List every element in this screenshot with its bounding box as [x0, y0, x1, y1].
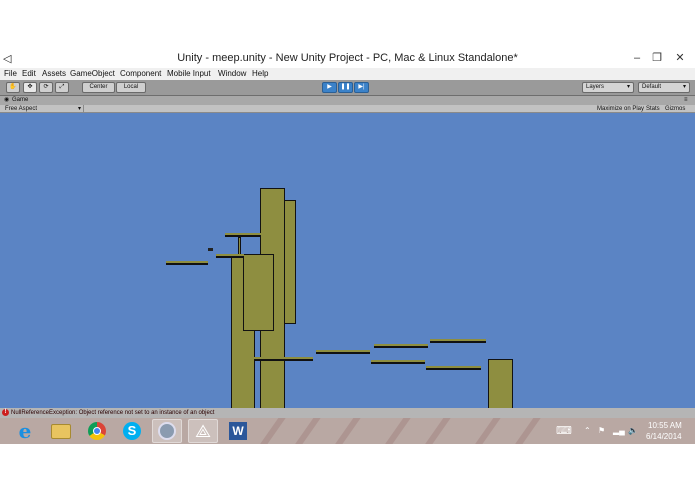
- wallpaper-stripe: [373, 418, 413, 444]
- wallpaper-stripe: [248, 418, 288, 444]
- wallpaper-stripe: [413, 418, 453, 444]
- menu-mobile-input[interactable]: Mobile Input: [167, 68, 211, 80]
- right-pillar-block: [488, 359, 513, 408]
- menu-edit[interactable]: Edit: [22, 68, 36, 80]
- chrome-taskbar-button[interactable]: [82, 419, 112, 443]
- internet-explorer-icon: e: [18, 419, 32, 443]
- menu-gameobject[interactable]: GameObject: [70, 68, 115, 80]
- step-platform: [254, 357, 313, 361]
- step-platform: [430, 339, 486, 343]
- maximize-button[interactable]: ❐: [646, 50, 668, 66]
- windows-taskbar: e S ⟁ W ⌨ ⌃ ⚑ ▂▄ 🔈 10:55 AM 6/14/2014: [0, 418, 695, 444]
- layout-label: Default: [642, 84, 662, 90]
- wallpaper-stripe: [503, 418, 543, 444]
- layers-label: Layers: [586, 84, 605, 90]
- floating-platform: [166, 261, 208, 265]
- folder-icon: [51, 423, 71, 439]
- skype-icon: S: [123, 422, 141, 440]
- chevron-down-icon: ▾: [626, 84, 630, 90]
- word-taskbar-button[interactable]: W: [223, 419, 253, 443]
- keyboard-icon[interactable]: ⌨: [556, 424, 572, 437]
- skype-taskbar-button[interactable]: S: [117, 419, 147, 443]
- play-button[interactable]: ▶: [322, 82, 337, 93]
- step-platform: [374, 344, 428, 348]
- step-platform: [426, 366, 481, 370]
- app-5-icon: [158, 422, 176, 440]
- wallpaper-stripe: [323, 418, 363, 444]
- show-hidden-icons-icon[interactable]: ⌃: [584, 426, 591, 435]
- ledge-post: [238, 237, 241, 255]
- space-local-button[interactable]: Local: [116, 82, 146, 93]
- hand-icon: ✋: [9, 84, 17, 90]
- game-tab-bar: ◉ Game ≡: [0, 96, 695, 105]
- tab-game[interactable]: Game: [12, 96, 28, 104]
- chevron-down-icon: ▾: [78, 106, 82, 112]
- error-icon: !: [2, 409, 9, 416]
- rotate-tool-button[interactable]: ⟳: [39, 82, 53, 93]
- chevron-down-icon: ▾: [682, 84, 686, 90]
- step-button[interactable]: ▶|: [354, 82, 369, 93]
- aspect-label: Free Aspect: [5, 106, 38, 112]
- pivot-center-button[interactable]: Center: [82, 82, 115, 93]
- game-tab-icon: ◉: [4, 97, 10, 103]
- menu-component[interactable]: Component: [120, 68, 161, 80]
- volume-icon[interactable]: 🔈: [628, 426, 638, 435]
- menu-window[interactable]: Window: [218, 68, 246, 80]
- file-explorer-taskbar-button[interactable]: [46, 419, 76, 443]
- pause-button[interactable]: ❚❚: [338, 82, 353, 93]
- error-message[interactable]: NullReferenceException: Object reference…: [11, 409, 214, 417]
- minimize-button[interactable]: –: [626, 50, 648, 66]
- ledge-platform: [225, 233, 261, 237]
- hand-tool-button[interactable]: ✋: [6, 82, 20, 93]
- panel-menu-icon[interactable]: ≡: [684, 96, 688, 104]
- space-label: Local: [123, 84, 139, 90]
- stats-toggle[interactable]: Stats: [646, 105, 660, 113]
- word-icon: W: [229, 422, 247, 440]
- window-title: Unity - meep.unity - New Unity Project -…: [177, 52, 518, 64]
- internet-explorer-taskbar-button[interactable]: e: [10, 419, 40, 443]
- network-flag-icon[interactable]: ⚑: [598, 426, 605, 435]
- mid-block: [243, 254, 274, 331]
- menu-file[interactable]: File: [4, 68, 17, 80]
- game-view-toolbar: Free Aspect ▾ Maximize on Play Stats Giz…: [0, 105, 695, 113]
- pause-icon: ❚❚: [340, 84, 351, 90]
- wallpaper-stripe: [283, 418, 323, 444]
- move-icon: ✥: [27, 84, 33, 90]
- menu-help[interactable]: Help: [252, 68, 268, 80]
- step-icon: ▶|: [358, 84, 365, 90]
- window-title-bar: ◁ Unity - meep.unity - New Unity Project…: [0, 50, 695, 68]
- menu-bar: File Edit Assets GameObject Component Mo…: [0, 68, 695, 80]
- clock-time[interactable]: 10:55 AM: [648, 421, 682, 430]
- chrome-icon: [88, 422, 106, 440]
- step-platform: [316, 350, 370, 354]
- wallpaper-stripe: [463, 418, 503, 444]
- move-tool-button[interactable]: ✥: [23, 82, 37, 93]
- layers-dropdown[interactable]: Layers ▾: [582, 82, 634, 93]
- gizmos-toggle[interactable]: Gizmos: [665, 105, 685, 113]
- signal-icon[interactable]: ▂▄: [613, 426, 625, 435]
- ledge-platform: [216, 254, 244, 258]
- console-status-bar[interactable]: ! NullReferenceException: Object referen…: [0, 408, 695, 418]
- tower-side-block: [284, 200, 296, 324]
- unity-taskbar-button[interactable]: ⟁: [188, 419, 218, 443]
- pivot-label: Center: [89, 84, 108, 90]
- layout-dropdown[interactable]: Default ▾: [638, 82, 690, 93]
- scale-icon: ⤢: [59, 84, 65, 90]
- step-platform: [371, 360, 425, 364]
- close-button[interactable]: ✕: [669, 50, 691, 66]
- clock-date[interactable]: 6/14/2014: [646, 432, 682, 441]
- game-viewport[interactable]: [0, 113, 695, 408]
- rotate-icon: ⟳: [43, 84, 49, 90]
- unity-icon: ⟁: [194, 420, 212, 441]
- menu-assets[interactable]: Assets: [42, 68, 66, 80]
- app-5-taskbar-button[interactable]: [152, 419, 182, 443]
- play-icon: ▶: [327, 84, 332, 90]
- aspect-dropdown[interactable]: Free Aspect ▾: [2, 105, 84, 113]
- maximize-on-play-toggle[interactable]: Maximize on Play: [597, 105, 644, 113]
- toolbar: ✋ ✥ ⟳ ⤢ Center Local ▶ ❚❚ ▶| Layers ▾ Def…: [0, 80, 695, 96]
- scale-tool-button[interactable]: ⤢: [55, 82, 69, 93]
- player-character: [208, 248, 213, 251]
